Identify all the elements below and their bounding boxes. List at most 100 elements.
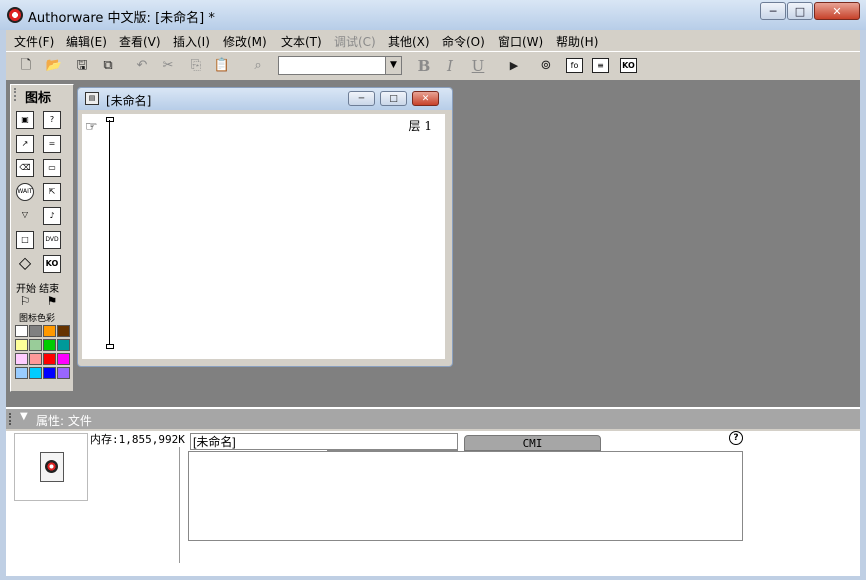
color-swatch[interactable] (43, 325, 56, 337)
properties-panel: ▼ 属性: 文件 内存:1,855,992K CMI ? (6, 407, 860, 576)
menu-command[interactable]: 命令(O) (442, 33, 485, 50)
font-select[interactable]: ▼ (278, 56, 402, 75)
decision-diamond-icon[interactable]: ◇ (16, 255, 34, 273)
end-flag-icon[interactable]: ⚑ (43, 293, 61, 311)
functions-icon[interactable]: fo (566, 58, 583, 73)
knowledge-objects-icon[interactable]: KO (620, 58, 637, 73)
palette-header[interactable]: 图标 (11, 85, 73, 106)
drag-grip-icon[interactable] (14, 88, 20, 101)
paste-icon[interactable]: 📋 (212, 56, 232, 76)
flowline[interactable] (109, 120, 110, 346)
menu-debug[interactable]: 调试(C) (334, 33, 376, 50)
menu-insert[interactable]: 插入(I) (173, 33, 210, 50)
file-name-input[interactable] (190, 433, 458, 450)
color-swatch[interactable] (15, 353, 28, 365)
toolbar: 🗋 📂 🖫 ⧉ ↶ ✂ ⎘ 📋 ⌕ ▼ B I U ▶ ⊚ fo ≡ KO (6, 51, 860, 81)
import-icon[interactable]: ⧉ (98, 56, 118, 76)
knowledge-object-icon[interactable]: KO (43, 255, 61, 273)
color-swatch[interactable] (29, 367, 42, 379)
chevron-down-icon[interactable]: ▼ (385, 57, 401, 74)
copy-icon[interactable]: ⎘ (186, 56, 206, 76)
video-icon[interactable]: DVD (43, 231, 61, 249)
flow-close-button[interactable]: ✕ (412, 91, 439, 106)
flow-maximize-button[interactable]: □ (380, 91, 407, 106)
flowline-window: ▤ [未命名] ─ □ ✕ ☞ 层 1 (77, 87, 453, 367)
color-swatch[interactable] (29, 325, 42, 337)
color-swatch[interactable] (29, 353, 42, 365)
calculation-icon[interactable]: = (43, 135, 61, 153)
color-swatch[interactable] (43, 367, 56, 379)
menu-other[interactable]: 其他(X) (388, 33, 430, 50)
variables-icon[interactable]: ≡ (592, 58, 609, 73)
color-swatch[interactable] (57, 367, 70, 379)
color-swatch[interactable] (15, 339, 28, 351)
flowline-title: [未命名] (106, 94, 152, 108)
display-icon[interactable]: ▣ (16, 111, 34, 129)
framework-icon[interactable]: □ (16, 231, 34, 249)
flow-minimize-button[interactable]: ─ (348, 91, 375, 106)
properties-header[interactable]: ▼ 属性: 文件 (6, 409, 860, 429)
find-icon[interactable]: ⌕ (248, 56, 268, 76)
document-icon (40, 452, 64, 482)
color-swatch[interactable] (15, 325, 28, 337)
title-bar[interactable]: Authorware 中文版: [未命名] * ─ □ ✕ (0, 0, 866, 30)
start-flag-icon[interactable]: ⚐ (16, 293, 34, 311)
help-icon[interactable]: ? (729, 431, 743, 445)
file-thumbnail (14, 433, 88, 501)
icon-color-label: 图标色彩 (19, 314, 56, 324)
color-swatch[interactable] (57, 325, 70, 337)
sound-icon[interactable]: ♪ (43, 207, 61, 225)
menu-help[interactable]: 帮助(H) (556, 33, 598, 50)
erase-icon[interactable]: ⌫ (16, 159, 34, 177)
close-button[interactable]: ✕ (814, 2, 860, 20)
icon-palette: 图标 ▣ ? ↗ = ⌫ ▭ WAIT ⇱ ▽ ♪ □ DVD ◇ KO 开始 … (10, 84, 74, 392)
new-file-icon[interactable]: 🗋 (16, 56, 36, 76)
motion-icon[interactable]: ↗ (16, 135, 34, 153)
control-panel-icon[interactable]: ⊚ (536, 56, 556, 76)
minimize-button[interactable]: ─ (760, 2, 786, 20)
authorware-logo-icon (45, 460, 58, 473)
flowline-title-bar[interactable]: ▤ [未命名] ─ □ ✕ (78, 88, 452, 110)
decision-icon[interactable]: ▽ (16, 207, 34, 225)
color-swatch[interactable] (57, 353, 70, 365)
paste-hand-icon[interactable]: ☞ (85, 119, 98, 135)
workspace: 图标 ▣ ? ↗ = ⌫ ▭ WAIT ⇱ ▽ ♪ □ DVD ◇ KO 开始 … (6, 80, 860, 407)
run-icon[interactable]: ▶ (504, 56, 524, 76)
menu-text[interactable]: 文本(T) (281, 33, 322, 50)
menu-view[interactable]: 查看(V) (119, 33, 161, 50)
authorware-logo-icon (7, 7, 23, 23)
drag-grip-icon[interactable] (9, 413, 14, 425)
menu-edit[interactable]: 编辑(E) (66, 33, 107, 50)
color-swatch[interactable] (15, 367, 28, 379)
open-folder-icon[interactable]: 📂 (44, 56, 64, 76)
underline-button[interactable]: U (468, 56, 488, 76)
movie-icon[interactable]: ▭ (43, 159, 61, 177)
undo-icon[interactable]: ↶ (132, 56, 152, 76)
cut-icon[interactable]: ✂ (158, 56, 178, 76)
collapse-arrow-icon[interactable]: ▼ (20, 411, 28, 422)
wait-icon[interactable]: WAIT (16, 183, 34, 201)
properties-body: 内存:1,855,992K CMI ? (6, 431, 860, 576)
window-title: Authorware 中文版: [未命名] * (28, 11, 215, 26)
maximize-button[interactable]: □ (787, 2, 813, 20)
menu-file[interactable]: 文件(F) (14, 33, 54, 50)
flowline-start-cap (106, 117, 114, 122)
divider (179, 447, 180, 563)
tab-content-area (188, 451, 743, 541)
color-swatch[interactable] (43, 339, 56, 351)
color-swatch[interactable] (43, 353, 56, 365)
app-window: Authorware 中文版: [未命名] * ─ □ ✕ 文件(F) 编辑(E… (0, 0, 866, 580)
menu-window[interactable]: 窗口(W) (498, 33, 543, 50)
bold-button[interactable]: B (414, 56, 434, 76)
menu-bar: 文件(F) 编辑(E) 查看(V) 插入(I) 修改(M) 文本(T) 调试(C… (6, 30, 860, 50)
menu-modify[interactable]: 修改(M) (223, 33, 267, 50)
interaction-icon[interactable]: ? (43, 111, 61, 129)
tab-cmi[interactable]: CMI (464, 435, 601, 451)
layer-label: 层 1 (408, 119, 432, 133)
italic-button[interactable]: I (440, 56, 460, 76)
save-all-icon[interactable]: 🖫 (72, 56, 92, 76)
navigate-icon[interactable]: ⇱ (43, 183, 61, 201)
color-swatch[interactable] (29, 339, 42, 351)
color-swatch[interactable] (57, 339, 70, 351)
flowline-canvas[interactable]: ☞ 层 1 (82, 114, 445, 359)
